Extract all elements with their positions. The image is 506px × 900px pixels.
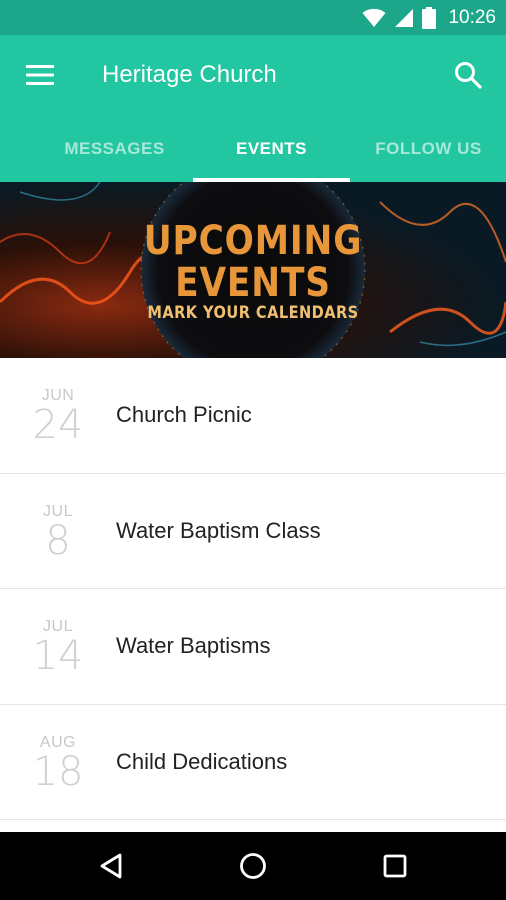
banner-heading-line1: UPCOMING (143, 218, 363, 264)
event-day: 18 (32, 748, 84, 795)
tab-messages[interactable]: MESSAGES (36, 115, 193, 182)
home-circle-icon (240, 853, 266, 879)
status-bar: 10:26 (0, 0, 506, 35)
menu-button[interactable] (0, 35, 80, 115)
recents-square-icon (383, 854, 407, 878)
event-day: 8 (45, 517, 71, 564)
tab-partial[interactable]: S (0, 115, 7, 182)
status-time: 10:26 (448, 6, 496, 28)
event-date: JUN 24 (0, 358, 116, 473)
event-title: Water Baptisms (116, 633, 271, 659)
banner-subheading: MARK YOUR CALENDARS (147, 303, 359, 323)
tab-bar: S MESSAGES EVENTS FOLLOW US (0, 115, 506, 182)
tab-events[interactable]: EVENTS (193, 115, 350, 182)
event-date: AUG 18 (0, 705, 116, 820)
list-item[interactable]: JUN 24 Church Picnic (0, 358, 506, 474)
event-title: Water Baptism Class (116, 517, 321, 543)
search-button[interactable] (430, 35, 506, 115)
hamburger-menu-icon (26, 65, 54, 85)
search-icon (455, 62, 482, 89)
banner-heading-line2: EVENTS (175, 260, 331, 306)
tab-follow-us[interactable]: FOLLOW US (350, 115, 506, 182)
event-date: JUL 14 (0, 589, 116, 704)
list-item[interactable]: JUL 8 Water Baptism Class (0, 473, 506, 589)
event-title: Church Picnic (116, 402, 252, 428)
event-title: Child Dedications (116, 748, 288, 774)
home-button[interactable] (218, 832, 288, 900)
event-list: JUN 24 Church Picnic JUL 8 Water Baptism… (0, 358, 506, 820)
banner-text: UPCOMING EVENTS MARK YOUR CALENDARS (0, 182, 506, 358)
app-title: Heritage Church (102, 61, 277, 88)
event-day: 24 (32, 402, 84, 448)
back-triangle-icon (100, 853, 122, 879)
signal-icon (395, 8, 414, 27)
list-item[interactable]: AUG 18 Child Dedications (0, 704, 506, 820)
wifi-icon (362, 8, 386, 27)
back-button[interactable] (76, 832, 146, 900)
system-nav-bar (0, 832, 506, 900)
list-item[interactable]: JUL 14 Water Baptisms (0, 589, 506, 705)
recents-button[interactable] (360, 832, 430, 900)
upcoming-events-banner: UPCOMING EVENTS MARK YOUR CALENDARS (0, 182, 506, 358)
event-day: 14 (32, 633, 84, 679)
event-date: JUL 8 (0, 474, 116, 589)
app-bar: Heritage Church (0, 35, 506, 115)
battery-icon (422, 6, 437, 29)
